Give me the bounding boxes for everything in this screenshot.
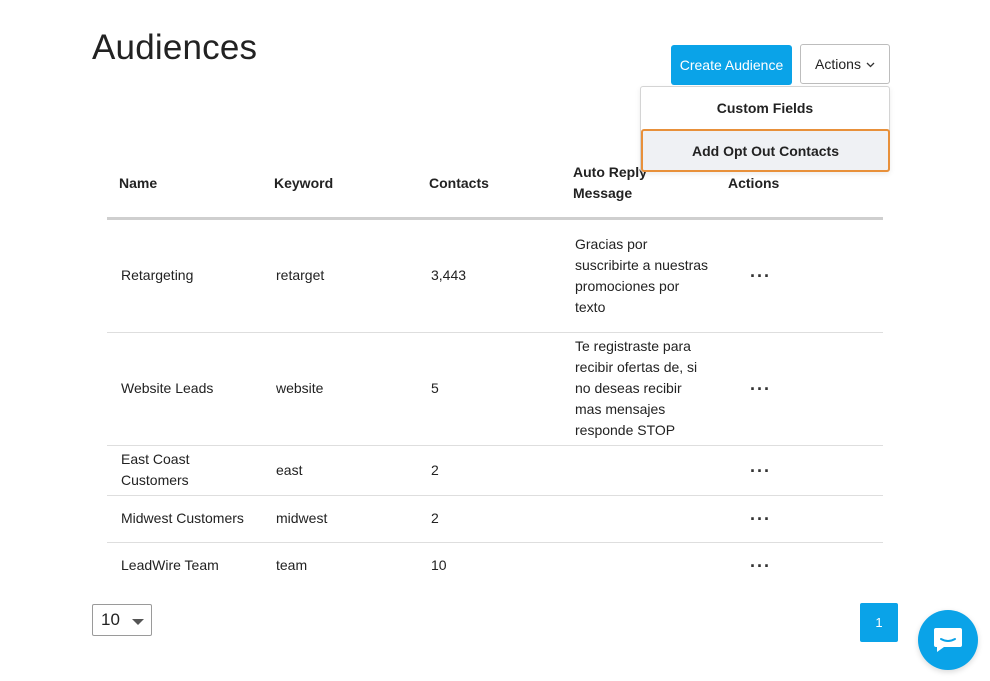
- table-row[interactable]: Midwest Customers midwest 2 ...: [107, 495, 883, 543]
- table-row[interactable]: Retargeting retarget 3,443 Gracias por s…: [107, 218, 883, 333]
- chat-bubble-icon: [934, 628, 962, 652]
- ellipsis-icon[interactable]: ...: [750, 552, 771, 570]
- menu-item-add-opt-out-contacts[interactable]: Add Opt Out Contacts: [641, 129, 890, 172]
- audience-keyword: midwest: [262, 495, 417, 543]
- page-title: Audiences: [92, 28, 258, 67]
- audience-keyword: team: [276, 556, 308, 573]
- audience-name[interactable]: Website Leads: [107, 332, 262, 446]
- actions-button-label: Actions: [815, 56, 861, 72]
- row-actions-cell: ...: [728, 495, 883, 543]
- audience-name[interactable]: East Coast Customers: [107, 445, 262, 496]
- row-actions-cell: ...: [728, 542, 883, 588]
- audience-auto-reply: Te registraste para recibir ofertas de, …: [573, 332, 728, 446]
- ellipsis-icon[interactable]: ...: [750, 262, 771, 280]
- audience-keyword: website: [262, 332, 417, 446]
- table-row[interactable]: Website Leads website 5 Te registraste p…: [107, 332, 883, 446]
- audience-contacts: 2: [417, 495, 573, 543]
- audiences-table: Name Keyword Contacts Auto Reply Message…: [107, 150, 883, 588]
- audience-name[interactable]: LeadWire Team: [107, 542, 262, 588]
- column-header-name[interactable]: Name: [107, 150, 262, 220]
- audience-name[interactable]: Retargeting: [107, 218, 262, 333]
- table-row[interactable]: East Coast Customers east 2 ...: [107, 445, 883, 496]
- row-actions-cell: ...: [728, 332, 883, 446]
- audience-keyword: retarget: [262, 218, 417, 333]
- audience-auto-reply: [573, 542, 728, 588]
- ellipsis-icon[interactable]: ...: [750, 375, 771, 393]
- ellipsis-icon[interactable]: ...: [750, 505, 771, 523]
- chat-launcher-button[interactable]: [918, 610, 978, 670]
- create-audience-button[interactable]: Create Audience: [671, 45, 792, 85]
- column-header-contacts[interactable]: Contacts: [417, 150, 573, 220]
- audience-auto-reply: Gracias por suscribirte a nuestras promo…: [573, 218, 728, 333]
- audience-contacts: 10: [431, 556, 447, 573]
- chevron-down-icon: [866, 62, 875, 68]
- audience-contacts: 3,443: [417, 218, 573, 333]
- audience-contacts: 5: [417, 332, 573, 446]
- row-actions-cell: ...: [728, 445, 883, 496]
- table-row[interactable]: LeadWire Team team 10 ...: [107, 542, 883, 588]
- audience-auto-reply: [573, 445, 728, 496]
- actions-dropdown-button[interactable]: Actions: [800, 44, 890, 84]
- audience-keyword: east: [262, 445, 417, 496]
- caret-down-icon: [132, 619, 144, 625]
- audience-auto-reply: [573, 495, 728, 543]
- row-actions-cell: ...: [728, 218, 883, 333]
- per-page-value: 10: [101, 610, 120, 629]
- per-page-select[interactable]: 10: [92, 604, 152, 636]
- pagination-page-button[interactable]: 1: [860, 603, 898, 642]
- column-header-keyword[interactable]: Keyword: [262, 150, 417, 220]
- ellipsis-icon[interactable]: ...: [750, 457, 771, 475]
- audience-name[interactable]: Midwest Customers: [107, 495, 262, 543]
- actions-dropdown-menu: Custom Fields Add Opt Out Contacts: [640, 86, 890, 172]
- audience-contacts: 2: [417, 445, 573, 496]
- menu-item-custom-fields[interactable]: Custom Fields: [641, 87, 889, 129]
